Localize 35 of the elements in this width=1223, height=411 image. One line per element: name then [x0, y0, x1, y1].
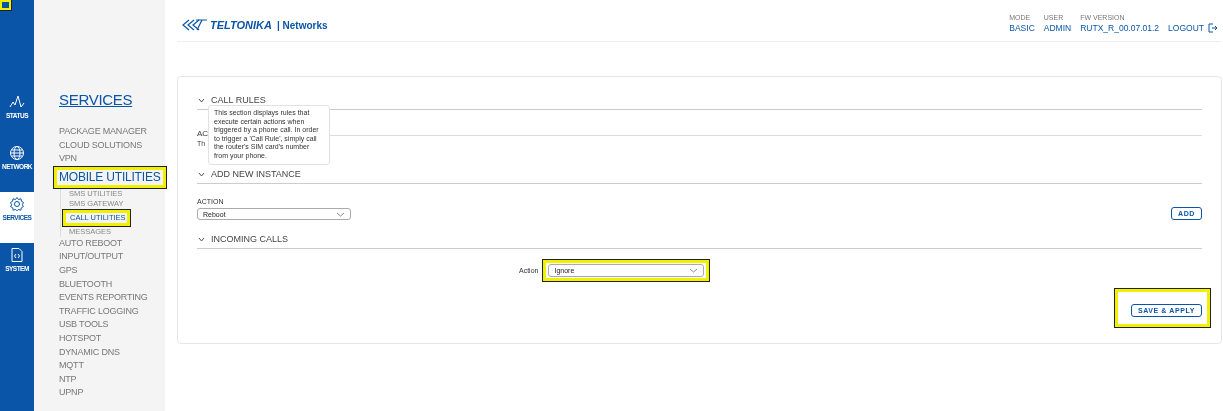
gear-icon: [9, 196, 25, 212]
section-title[interactable]: SERVICES: [59, 91, 133, 108]
brand-suffix: | Networks: [276, 19, 328, 31]
menu-item[interactable]: MOBILE UTILITIES: [59, 169, 161, 185]
chevron-down-icon: [689, 268, 699, 273]
chart-line-icon: [9, 94, 25, 110]
code-file-icon: [9, 247, 25, 263]
menu-item[interactable]: GPS: [59, 263, 78, 278]
menu-item[interactable]: UPNP: [59, 386, 84, 400]
logout-icon: [1208, 23, 1218, 33]
chevron-down-icon: [336, 211, 345, 217]
menu-item[interactable]: TRAFFIC LOGGING: [59, 304, 139, 319]
brand-name: TELTONIKA: [210, 19, 272, 31]
menu-item[interactable]: USB TOOLS: [59, 318, 109, 332]
menu-item[interactable]: EVENTS REPORTING: [59, 291, 148, 305]
menu-item[interactable]: DYNAMIC DNS: [59, 345, 120, 360]
logout-button[interactable]: LOGOUT: [1168, 23, 1218, 33]
menu-item[interactable]: AUTO REBOOT: [59, 236, 123, 251]
info-value: BASIC: [1009, 23, 1035, 33]
menu-item[interactable]: HOTSPOT: [59, 331, 102, 346]
menu-item[interactable]: VPN: [59, 152, 77, 166]
menu-item[interactable]: PACKAGE MANAGER: [59, 125, 147, 139]
menu-item[interactable]: MQTT: [59, 359, 84, 373]
logo-icon: [182, 19, 208, 31]
menu-item[interactable]: NTP: [59, 372, 77, 387]
menu-item[interactable]: INPUT/OUTPUT: [59, 250, 124, 264]
menu-item[interactable]: BLUETOOTH: [59, 277, 113, 292]
info-value: RUTX_R_00.07.01.2: [1080, 23, 1160, 33]
section-title[interactable]: INCOMING CALLS: [211, 234, 288, 244]
menu-item[interactable]: CLOUD SOLUTIONS: [59, 138, 142, 153]
subsection-title: AC: [197, 129, 209, 138]
section-title[interactable]: CALL RULES: [211, 95, 266, 105]
info-value: ADMIN: [1043, 23, 1072, 33]
section-title[interactable]: ADD NEW INSTANCE: [211, 169, 301, 179]
globe-icon: [9, 145, 25, 161]
